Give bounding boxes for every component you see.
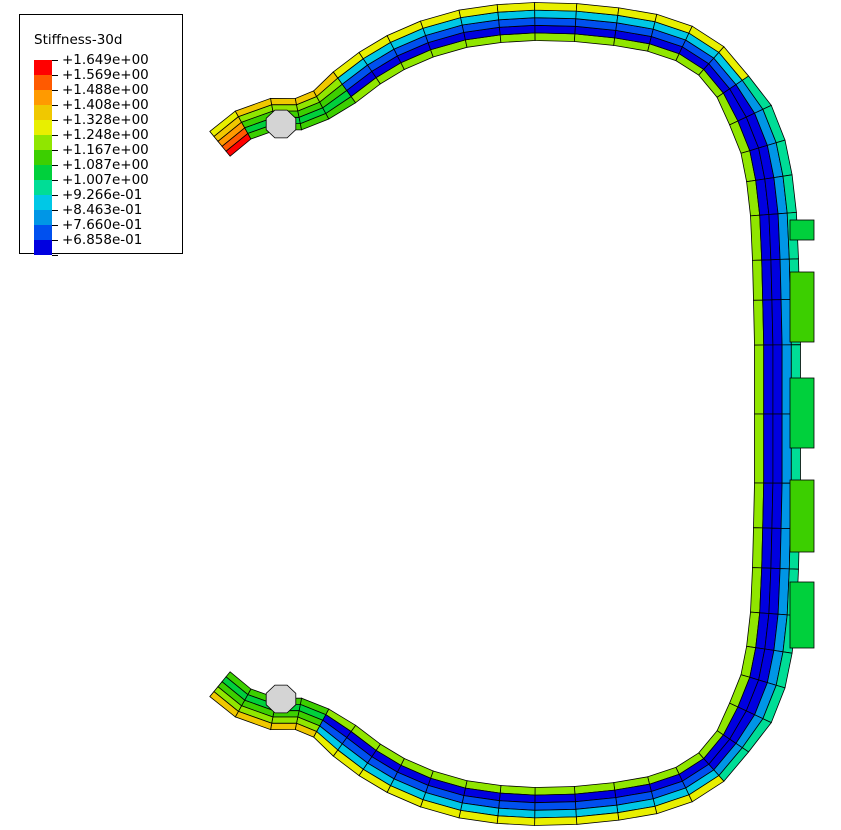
mesh-element bbox=[534, 9, 577, 20]
bead-wires bbox=[265, 109, 297, 714]
tread-block bbox=[789, 377, 815, 449]
mesh-element bbox=[534, 801, 577, 811]
mesh-element bbox=[534, 24, 576, 35]
mesh-element bbox=[270, 722, 297, 731]
tire-cross-section-contour bbox=[209, 2, 815, 826]
mesh-element bbox=[752, 259, 764, 301]
mesh-element bbox=[752, 527, 764, 569]
mesh-element bbox=[753, 482, 765, 529]
tread-block bbox=[789, 581, 815, 649]
mesh-element bbox=[761, 527, 773, 569]
mesh-element bbox=[771, 482, 783, 529]
mesh-element bbox=[534, 17, 577, 27]
tread-block bbox=[789, 479, 815, 553]
mesh-element bbox=[771, 299, 783, 346]
bead-wire bbox=[265, 684, 297, 714]
mesh-element bbox=[779, 527, 791, 570]
mesh-element bbox=[770, 258, 782, 301]
mesh-element bbox=[754, 413, 765, 484]
tread-block bbox=[789, 271, 815, 343]
mesh-element bbox=[534, 2, 578, 12]
mesh-element bbox=[496, 2, 536, 13]
mesh-element bbox=[534, 808, 577, 819]
mesh-element bbox=[762, 482, 774, 529]
tire-mesh bbox=[209, 2, 801, 826]
tread-block bbox=[789, 219, 815, 241]
mesh-element bbox=[753, 299, 765, 346]
mesh-element bbox=[763, 413, 774, 484]
mesh-element bbox=[763, 344, 774, 415]
mesh-element bbox=[770, 527, 782, 570]
mesh-element bbox=[496, 815, 536, 826]
mesh-element bbox=[271, 716, 299, 724]
bead-wire bbox=[265, 109, 297, 139]
tread-blocks bbox=[789, 219, 815, 649]
mesh-element bbox=[762, 299, 774, 346]
mesh-element bbox=[534, 786, 576, 796]
mesh-element bbox=[761, 259, 773, 301]
mesh-element bbox=[772, 413, 783, 484]
mesh-element bbox=[754, 344, 765, 415]
mesh-element bbox=[534, 816, 578, 826]
mesh-element bbox=[779, 258, 791, 301]
mesh-element bbox=[534, 793, 576, 804]
mesh-element bbox=[534, 32, 576, 42]
mesh-element bbox=[270, 97, 297, 106]
mesh-element bbox=[772, 344, 783, 415]
